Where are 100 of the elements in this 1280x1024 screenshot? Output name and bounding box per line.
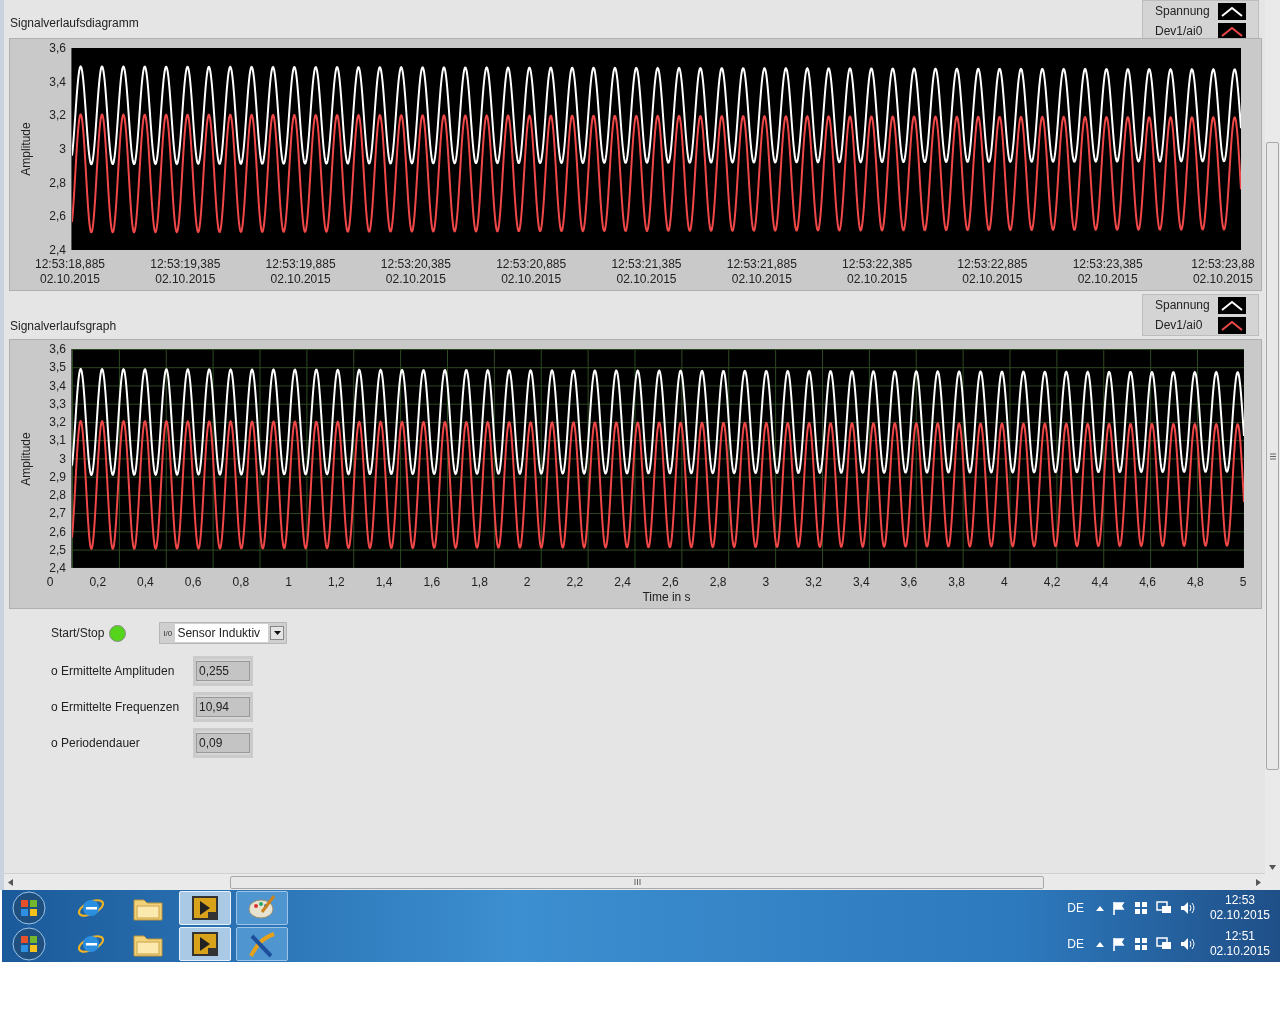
start-button[interactable] — [10, 927, 48, 961]
axis-tick-label: 3,2 — [49, 415, 66, 429]
legend-label: Dev1/ai0 — [1155, 317, 1203, 334]
axis-tick-label: 3,6 — [49, 41, 66, 55]
scrollbar-thumb[interactable] — [230, 875, 1044, 889]
axis-tick-label: 02.10.2015 — [847, 272, 908, 287]
axis-tick-label: 3,6 — [899, 575, 919, 589]
axis-tick-label: 12:53:23,88 — [1191, 257, 1255, 272]
indicator-value: 0,255 — [196, 661, 250, 681]
grip-icon — [1269, 452, 1276, 460]
axis-tick-label: 2,4 — [613, 575, 632, 589]
axis-tick-label: 2,6 — [49, 209, 66, 224]
indicator-label: o Ermittelte Amplituden — [51, 663, 176, 680]
scrollbar-thumb[interactable] — [1266, 142, 1279, 770]
axis-tick-label: 3,4 — [49, 74, 66, 89]
start-button[interactable] — [10, 891, 48, 925]
axis-tick-label: 0,4 — [136, 575, 155, 589]
axis-tick-label: 4,4 — [1090, 575, 1110, 589]
play-window-icon — [191, 895, 219, 921]
axis-tick-label: 3,2 — [49, 108, 66, 123]
axis-tick-label: 2 — [522, 575, 532, 589]
clock-date[interactable]: 02.10.2015 — [1209, 944, 1270, 959]
network-icon[interactable] — [1155, 937, 1172, 951]
clock-time[interactable]: 12:51 — [1224, 929, 1255, 944]
grip-icon — [633, 879, 641, 885]
enum-glyph: I/0 — [163, 628, 174, 638]
speaker-icon[interactable] — [1179, 901, 1196, 915]
axis-tick-label: 4 — [1000, 575, 1009, 589]
chart-title: Signalverlaufsdiagramm — [10, 15, 139, 32]
plot-line-swatch[interactable] — [1218, 296, 1246, 314]
axis-tick-label: 02.10.2015 — [39, 272, 101, 287]
plot-line-swatch[interactable] — [1218, 316, 1246, 334]
scroll-right-icon[interactable] — [1256, 878, 1261, 886]
axis-tick-label: 0,2 — [88, 575, 108, 589]
axis-tick-label: 2,6 — [49, 524, 66, 539]
axis-tick-label: 2,7 — [49, 506, 66, 521]
axis-tick-label: 02.10.2015 — [1192, 272, 1253, 287]
axis-tick-label: 3 — [761, 575, 771, 589]
flag-icon[interactable] — [1111, 937, 1126, 951]
axis-tick-label: 02.10.2015 — [1077, 272, 1138, 287]
axis-tick-label: 12:53:19,885 — [265, 257, 336, 272]
scroll-left-icon[interactable] — [8, 878, 13, 886]
windows-flag-icon[interactable] — [1133, 937, 1148, 951]
axis-tick-label: 12:53:20,885 — [496, 257, 567, 272]
axis-tick-label: 12:53:23,385 — [1072, 257, 1143, 272]
language-indicator[interactable]: DE — [1067, 899, 1084, 917]
flag-icon[interactable] — [1111, 901, 1126, 915]
caret-down-icon — [273, 631, 281, 635]
axis-tick-label: 3,1 — [49, 433, 66, 448]
windows-logo-icon — [12, 891, 46, 925]
axis-tick-label: 4,6 — [1138, 575, 1157, 589]
axis-tick-label: 3,3 — [49, 396, 66, 411]
axis-tick-label: 12:53:22,885 — [957, 257, 1028, 272]
scroll-down-icon[interactable] — [1269, 865, 1276, 870]
led-toggle[interactable] — [109, 624, 127, 642]
axis-title: Amplitude — [18, 122, 34, 176]
caret-up-icon[interactable] — [1095, 941, 1104, 947]
axis-tick-label: 3,8 — [947, 575, 966, 589]
axis-tick-label: 1,6 — [422, 575, 442, 589]
axis-tick-label: 1,2 — [326, 575, 346, 589]
sensor-dropdown[interactable]: I/0 Sensor Induktiv — [159, 622, 288, 644]
vertical-scrollbar[interactable] — [1265, 0, 1280, 890]
play-window-icon — [191, 931, 219, 957]
axis-tick-label: 12:53:18,885 — [34, 257, 106, 272]
windows-logo-icon — [12, 927, 46, 961]
legend-label: Spannung — [1155, 297, 1210, 314]
axis-tick-label: 0,8 — [231, 575, 251, 589]
clock-time[interactable]: 12:53 — [1224, 893, 1255, 908]
axis-tick-label: 02.10.2015 — [616, 272, 677, 287]
indicator-value: 0,09 — [196, 733, 250, 753]
indicator-value: 10,94 — [196, 697, 250, 717]
speaker-icon[interactable] — [1179, 937, 1196, 951]
axis-tick-label: 0 — [45, 575, 55, 589]
axis-tick-label: 4,8 — [1185, 575, 1205, 589]
dropdown-arrow-button[interactable] — [270, 626, 285, 640]
axis-tick-label: 02.10.2015 — [155, 272, 216, 287]
horizontal-scrollbar[interactable] — [4, 873, 1265, 890]
language-indicator[interactable]: DE — [1067, 935, 1084, 953]
axis-tick-label: 1,4 — [374, 575, 394, 589]
axis-tick-label: 3,5 — [49, 360, 66, 375]
network-icon[interactable] — [1155, 901, 1172, 915]
axis-tick-label: 2,2 — [565, 575, 585, 589]
axis-tick-label: 2,8 — [49, 488, 66, 502]
plot-line-swatch[interactable] — [1218, 2, 1246, 20]
axis-title: Time in s — [642, 589, 691, 605]
axis-tick-label: 12:53:21,385 — [611, 257, 682, 272]
axis-tick-label: 12:53:22,385 — [842, 257, 913, 272]
axis-tick-label: 1 — [284, 575, 293, 589]
windows-flag-icon[interactable] — [1133, 901, 1148, 915]
axis-tick-label: 2,5 — [49, 542, 66, 557]
chart-title: Signalverlaufsgraph — [10, 318, 117, 335]
caret-up-icon[interactable] — [1095, 905, 1104, 911]
indicator-label: o Ermittelte Frequenzen — [51, 699, 181, 716]
axis-tick-label: 2,8 — [49, 175, 66, 190]
axis-tick-label: 3,6 — [49, 342, 66, 356]
axis-tick-label: 5 — [1238, 575, 1248, 589]
clock-date[interactable]: 02.10.2015 — [1209, 908, 1270, 923]
indicator-label: o Periodendauer — [51, 735, 141, 752]
axis-tick-label: 3,4 — [49, 378, 66, 393]
axis-tick-label: 0,6 — [183, 575, 203, 589]
